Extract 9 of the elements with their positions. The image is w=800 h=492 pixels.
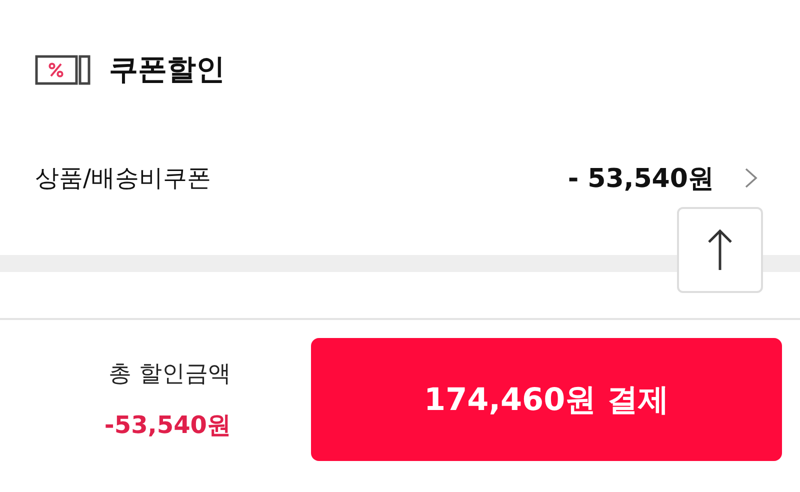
total-discount-amount: -53,540원 xyxy=(104,410,231,441)
total-discount-label: 총 할인금액 xyxy=(108,360,231,389)
section-title: 쿠폰할인 xyxy=(109,51,225,88)
arrow-up-icon xyxy=(707,228,733,272)
scroll-top-button[interactable] xyxy=(677,207,763,293)
coupon-row[interactable]: 상품/배송비쿠폰 - 53,540원 xyxy=(0,160,800,196)
coupon-icon xyxy=(35,55,91,85)
chevron-right-icon xyxy=(744,167,758,189)
pay-button[interactable]: 174,460원 결제 xyxy=(311,338,782,461)
